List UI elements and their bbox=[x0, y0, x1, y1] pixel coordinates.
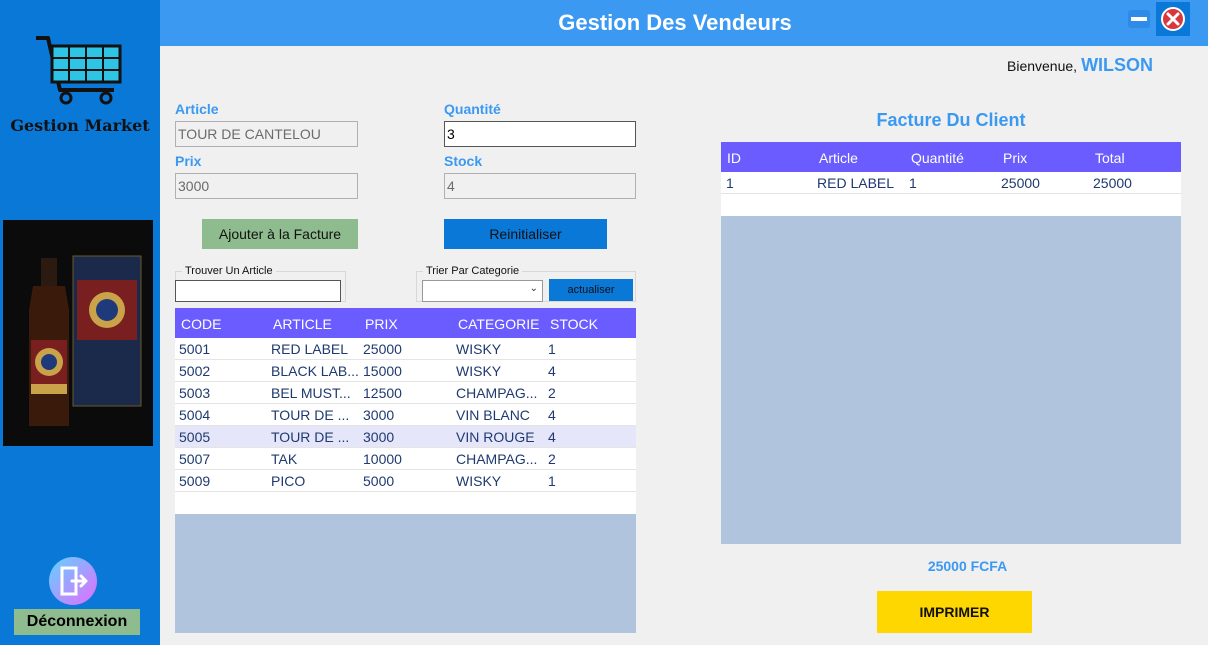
table-row[interactable]: 5004 TOUR DE ... 3000 VIN BLANC 4 bbox=[175, 404, 636, 426]
table-cell: 12500 bbox=[363, 385, 402, 401]
close-icon bbox=[1161, 7, 1185, 31]
column-header[interactable]: PRIX bbox=[365, 316, 398, 332]
column-header[interactable]: CODE bbox=[181, 316, 221, 332]
column-header[interactable]: STOCK bbox=[550, 316, 598, 332]
table-cell: 25000 bbox=[1093, 175, 1132, 191]
table-cell: 2 bbox=[548, 451, 556, 467]
column-header[interactable]: ARTICLE bbox=[273, 316, 332, 332]
title-bar: Gestion Des Vendeurs bbox=[160, 0, 1208, 46]
table-cell: 4 bbox=[548, 407, 556, 423]
table-cell: 2 bbox=[548, 385, 556, 401]
logout-icon[interactable] bbox=[48, 556, 98, 606]
refresh-button[interactable]: actualiser bbox=[549, 279, 633, 301]
table-cell: TOUR DE ... bbox=[271, 429, 350, 445]
table-cell: RED LABEL bbox=[817, 175, 895, 191]
table-cell: RED LABEL bbox=[271, 341, 349, 357]
table-cell: PICO bbox=[271, 473, 306, 489]
table-cell: CHAMPAG... bbox=[456, 385, 538, 401]
quantite-field[interactable]: 3 bbox=[444, 121, 636, 147]
table-cell: 4 bbox=[548, 363, 556, 379]
column-header[interactable]: Prix bbox=[1003, 150, 1027, 166]
table-new-row[interactable] bbox=[175, 492, 636, 514]
category-select[interactable]: ⌄ bbox=[422, 280, 543, 302]
stock-label: Stock bbox=[444, 153, 483, 169]
category-group-title: Trier Par Categorie bbox=[423, 265, 523, 277]
table-cell: BLACK LAB... bbox=[271, 363, 359, 379]
table-cell: 1 bbox=[726, 175, 734, 191]
prix-label: Prix bbox=[175, 153, 202, 169]
table-cell: WISKY bbox=[456, 473, 502, 489]
table-cell: 5001 bbox=[179, 341, 211, 357]
add-to-invoice-button[interactable]: Ajouter à la Facture bbox=[202, 219, 358, 249]
table-cell: 10000 bbox=[363, 451, 402, 467]
table-cell: 5004 bbox=[179, 407, 211, 423]
table-cell: 3000 bbox=[363, 407, 395, 423]
column-header[interactable]: CATEGORIE bbox=[458, 316, 539, 332]
table-cell: 25000 bbox=[363, 341, 402, 357]
search-input[interactable] bbox=[175, 280, 341, 302]
table-cell: TOUR DE ... bbox=[271, 407, 350, 423]
quantite-label: Quantité bbox=[444, 101, 501, 117]
table-cell: 5002 bbox=[179, 363, 211, 379]
article-label: Article bbox=[175, 101, 219, 117]
table-row[interactable]: 5003 BEL MUST... 12500 CHAMPAG... 2 bbox=[175, 382, 636, 404]
sidebar: Gestion Market Déconnexion bbox=[0, 0, 160, 645]
reset-button[interactable]: Reinitialiser bbox=[444, 219, 607, 249]
table-cell: 15000 bbox=[363, 363, 402, 379]
article-field[interactable]: TOUR DE CANTELOU bbox=[175, 121, 358, 147]
welcome-text: Bienvenue, WILSON bbox=[1007, 55, 1153, 76]
invoice-table-header: ID Article Quantité Prix Total bbox=[721, 142, 1181, 172]
welcome-label: Bienvenue, bbox=[1007, 58, 1078, 74]
minimize-icon[interactable] bbox=[1126, 8, 1152, 30]
table-cell: 5003 bbox=[179, 385, 211, 401]
username: WILSON bbox=[1081, 55, 1154, 75]
table-row[interactable]: 5005 TOUR DE ... 3000 VIN ROUGE 4 bbox=[175, 426, 636, 448]
table-cell: 1 bbox=[548, 473, 556, 489]
table-cell: TAK bbox=[271, 451, 298, 467]
table-cell: VIN BLANC bbox=[456, 407, 530, 423]
invoice-total: 25000 FCFA bbox=[927, 558, 1008, 574]
table-cell: 5000 bbox=[363, 473, 395, 489]
table-cell: 5009 bbox=[179, 473, 211, 489]
logout-button[interactable]: Déconnexion bbox=[14, 609, 140, 635]
table-cell: 5005 bbox=[179, 429, 211, 445]
table-cell: WISKY bbox=[456, 341, 502, 357]
page-title: Gestion Des Vendeurs bbox=[558, 10, 792, 35]
table-cell: 1 bbox=[548, 341, 556, 357]
products-table[interactable]: CODE ARTICLE PRIX CATEGORIE STOCK 5001 RE… bbox=[175, 308, 636, 633]
product-photo bbox=[3, 220, 153, 446]
table-cell: 3000 bbox=[363, 429, 395, 445]
stock-field[interactable]: 4 bbox=[444, 173, 636, 199]
column-header[interactable]: ID bbox=[727, 150, 741, 166]
table-row[interactable]: 5002 BLACK LAB... 15000 WISKY 4 bbox=[175, 360, 636, 382]
table-cell: VIN ROUGE bbox=[456, 429, 535, 445]
products-table-header: CODE ARTICLE PRIX CATEGORIE STOCK bbox=[175, 308, 636, 338]
table-row[interactable]: 5009 PICO 5000 WISKY 1 bbox=[175, 470, 636, 492]
table-row[interactable]: 1 RED LABEL 1 25000 25000 bbox=[721, 172, 1181, 194]
print-button[interactable]: IMPRIMER bbox=[877, 591, 1032, 633]
invoice-table[interactable]: ID Article Quantité Prix Total 1 RED LABE… bbox=[721, 142, 1181, 544]
table-row[interactable]: 5001 RED LABEL 25000 WISKY 1 bbox=[175, 338, 636, 360]
table-cell: WISKY bbox=[456, 363, 502, 379]
shopping-cart-icon bbox=[36, 36, 122, 105]
table-cell: 5007 bbox=[179, 451, 211, 467]
column-header[interactable]: Total bbox=[1095, 150, 1125, 166]
invoice-title: Facture Du Client bbox=[876, 110, 1026, 130]
brand-title: Gestion Market bbox=[10, 116, 150, 135]
table-new-row[interactable] bbox=[721, 194, 1181, 216]
table-cell: BEL MUST... bbox=[271, 385, 351, 401]
column-header[interactable]: Quantité bbox=[911, 150, 964, 166]
table-cell: 25000 bbox=[1001, 175, 1040, 191]
prix-field[interactable]: 3000 bbox=[175, 173, 358, 199]
close-button[interactable] bbox=[1156, 2, 1190, 36]
table-cell: CHAMPAG... bbox=[456, 451, 538, 467]
column-header[interactable]: Article bbox=[819, 150, 858, 166]
search-group-title: Trouver Un Article bbox=[182, 265, 276, 277]
chevron-down-icon: ⌄ bbox=[529, 283, 538, 294]
table-row[interactable]: 5007 TAK 10000 CHAMPAG... 2 bbox=[175, 448, 636, 470]
table-cell: 4 bbox=[548, 429, 556, 445]
table-cell: 1 bbox=[909, 175, 917, 191]
